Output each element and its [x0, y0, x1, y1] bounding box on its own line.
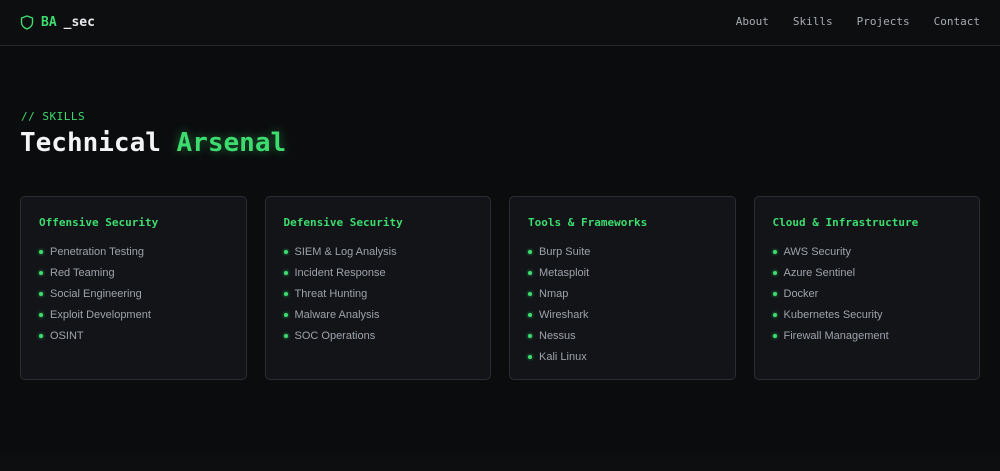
skill-list-item: Nmap: [528, 283, 717, 304]
skill-label: OSINT: [50, 329, 84, 342]
bullet-dot-icon: [772, 291, 777, 296]
bullet-dot-icon: [528, 270, 532, 275]
skill-label: SOC Operations: [294, 329, 376, 342]
bullet-dot-icon: [528, 354, 532, 359]
skill-card-offensive-security: Offensive Security Penetration Testing Red…: [20, 196, 247, 380]
nav-link-contact[interactable]: Contact: [934, 14, 980, 30]
section-tag: // SKILLS: [21, 110, 86, 123]
skill-card-title: Defensive Security: [283, 216, 403, 229]
skill-list-item: Malware Analysis: [283, 304, 473, 325]
skill-list: SIEM & Log Analysis Incident Response Thre…: [283, 241, 473, 346]
skill-label: Exploit Development: [50, 308, 151, 321]
skill-list-item: OSINT: [39, 325, 228, 346]
skill-label: Malware Analysis: [294, 308, 380, 321]
skill-list-item: Kubernetes Security: [772, 304, 962, 325]
bullet-dot-icon: [528, 291, 532, 296]
skill-list-item: Firewall Management: [772, 325, 962, 346]
brand-initials: BA: [41, 14, 57, 30]
skill-list-item: Burp Suite: [528, 241, 717, 262]
skill-card-tools-frameworks: Tools & Frameworks Burp Suite Metasploit Nm…: [509, 196, 736, 380]
bullet-dot-icon: [283, 312, 288, 317]
bullet-dot-icon: [772, 312, 777, 317]
skill-label: Burp Suite: [539, 245, 591, 258]
nav-link-about[interactable]: About: [736, 14, 769, 30]
skill-label: Metasploit: [539, 266, 590, 279]
skill-label: Social Engineering: [50, 287, 142, 300]
bullet-dot-icon: [528, 249, 532, 254]
skill-label: Firewall Management: [783, 329, 889, 342]
bullet-dot-icon: [39, 312, 43, 317]
bullet-dot-icon: [283, 333, 288, 338]
skill-list-item: SOC Operations: [283, 325, 473, 346]
skill-list-item: Penetration Testing: [39, 241, 228, 262]
bullet-dot-icon: [528, 312, 532, 317]
skill-list-item: Exploit Development: [39, 304, 228, 325]
section-title-highlight: Arsenal: [176, 128, 287, 158]
skill-list: Burp Suite Metasploit Nmap Wireshark Nessus K…: [528, 241, 717, 367]
skill-label: Incident Response: [294, 266, 386, 279]
bullet-dot-icon: [39, 270, 43, 275]
skill-list-item: Wireshark: [528, 304, 717, 325]
bullet-dot-icon: [39, 333, 43, 338]
skill-label: Kali Linux: [539, 350, 587, 363]
skill-card-title: Offensive Security: [39, 216, 159, 229]
shield-icon: [20, 14, 34, 30]
bullet-dot-icon: [283, 291, 288, 296]
skill-list-item: SIEM & Log Analysis: [283, 241, 473, 262]
skill-list-item: Kali Linux: [528, 346, 717, 367]
bullet-dot-icon: [283, 249, 288, 254]
skill-label: Kubernetes Security: [783, 308, 883, 321]
skill-list-item: AWS Security: [772, 241, 962, 262]
skill-list-item: Red Teaming: [39, 262, 228, 283]
skill-label: Nessus: [539, 329, 576, 342]
skill-label: SIEM & Log Analysis: [294, 245, 397, 258]
bullet-dot-icon: [528, 333, 532, 338]
skill-list-item: Docker: [772, 283, 962, 304]
next-section-edge: [0, 455, 1000, 471]
skill-list-item: Azure Sentinel: [772, 262, 962, 283]
skill-list-item: Incident Response: [283, 262, 473, 283]
nav-links: About Skills Projects Contact: [736, 14, 980, 30]
skill-card-title: Cloud & Infrastructure: [772, 216, 919, 229]
bullet-dot-icon: [772, 249, 777, 254]
skill-label: Red Teaming: [50, 266, 115, 279]
skill-list: AWS Security Azure Sentinel Docker Kubernet…: [772, 241, 962, 346]
section-title: Technical Arsenal: [20, 128, 286, 158]
bullet-dot-icon: [283, 270, 288, 275]
skill-list-item: Metasploit: [528, 262, 717, 283]
section-title-main: Technical: [20, 128, 161, 158]
skill-card-title: Tools & Frameworks: [528, 216, 648, 229]
bullet-dot-icon: [772, 333, 777, 338]
nav-link-skills[interactable]: Skills: [793, 14, 833, 30]
skill-label: Threat Hunting: [294, 287, 368, 300]
skill-card-defensive-security: Defensive Security SIEM & Log Analysis Inc…: [264, 196, 491, 380]
bullet-dot-icon: [772, 270, 777, 275]
skill-list-item: Threat Hunting: [283, 283, 473, 304]
brand-logo[interactable]: BA _sec: [20, 13, 95, 31]
skill-label: Docker: [783, 287, 819, 300]
skill-label: Penetration Testing: [50, 245, 144, 258]
skills-cards: Offensive Security Penetration Testing Red…: [20, 196, 980, 380]
skill-list-item: Social Engineering: [39, 283, 228, 304]
bullet-dot-icon: [39, 291, 43, 296]
skill-list: Penetration Testing Red Teaming Social Eng…: [39, 241, 228, 346]
bullet-dot-icon: [39, 249, 43, 254]
skill-label: Wireshark: [539, 308, 589, 321]
nav-link-projects[interactable]: Projects: [857, 14, 910, 30]
top-navbar: BA _sec About Skills Projects Contact: [0, 0, 1000, 46]
skill-label: AWS Security: [783, 245, 851, 258]
skill-label: Nmap: [539, 287, 569, 300]
skill-list-item: Nessus: [528, 325, 717, 346]
brand-suffix: _sec: [63, 14, 95, 30]
skill-card-cloud-infrastructure: Cloud & Infrastructure AWS Security Azure …: [753, 196, 980, 380]
skill-label: Azure Sentinel: [783, 266, 856, 279]
